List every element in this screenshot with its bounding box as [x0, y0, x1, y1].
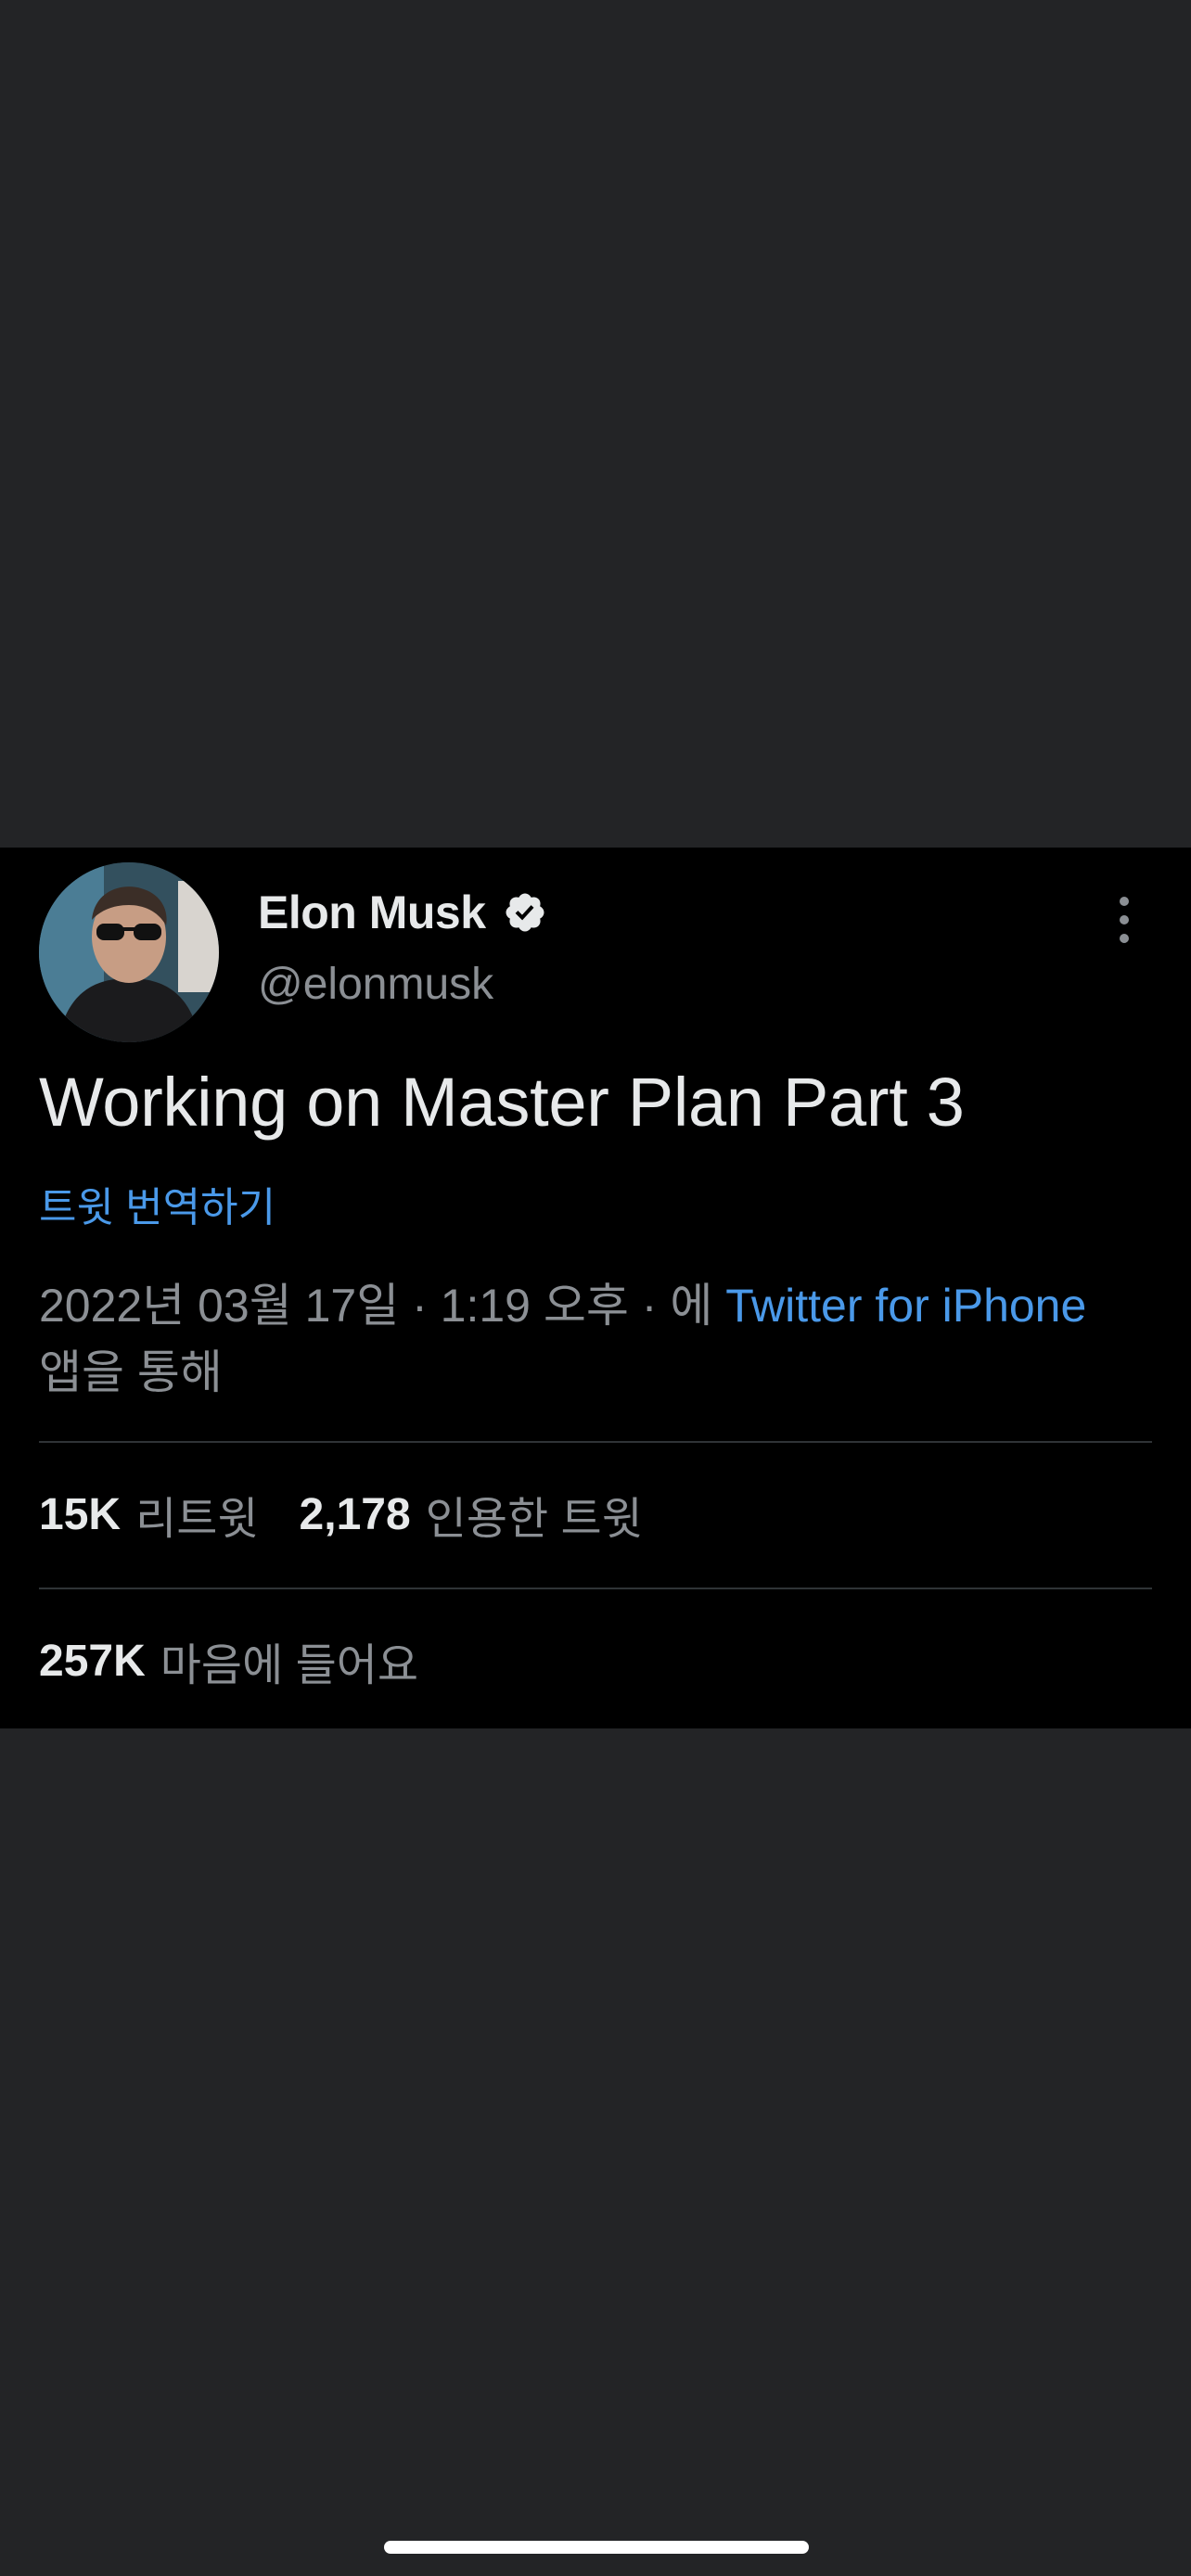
quotes-stat[interactable]: 2,178 인용한 트윗	[300, 1482, 643, 1547]
tweet-meta: 2022년 03월 17일 · 1:19 오후 · 에 Twitter for …	[39, 1272, 1161, 1406]
retweets-count: 15K	[39, 1489, 122, 1539]
more-vertical-icon[interactable]	[1106, 892, 1143, 948]
quotes-label: 인용한 트윗	[425, 1495, 643, 1544]
tweet-source-suffix: 앱을 통해	[39, 1346, 223, 1398]
retweets-stat[interactable]: 15K 리트윗	[39, 1482, 259, 1547]
author-name[interactable]: Elon Musk	[258, 886, 486, 939]
likes-stats: 257K 마음에 들어요	[39, 1628, 418, 1693]
divider	[39, 1441, 1152, 1443]
tweet-source-link[interactable]: Twitter for iPhone	[725, 1280, 1086, 1332]
likes-label: 마음에 들어요	[160, 1641, 419, 1690]
quotes-count: 2,178	[299, 1489, 411, 1539]
translate-tweet-link[interactable]: 트윗 번역하기	[39, 1174, 275, 1233]
avatar[interactable]	[39, 862, 219, 1042]
author-name-row[interactable]: Elon Musk	[258, 885, 547, 940]
verified-badge-icon	[506, 893, 544, 932]
tweet-text: Working on Master Plan Part 3	[39, 1064, 965, 1141]
likes-count: 257K	[39, 1636, 146, 1686]
author-handle[interactable]: @elonmusk	[258, 959, 493, 1010]
retweets-label: 리트윗	[135, 1495, 259, 1544]
retweet-quote-stats: 15K 리트윗 2,178 인용한 트윗	[39, 1482, 643, 1547]
screen: Elon Musk @elonmusk Working on Master Pl…	[0, 0, 1191, 2576]
likes-stat[interactable]: 257K 마음에 들어요	[39, 1628, 418, 1693]
tweet-timestamp[interactable]: 2022년 03월 17일 · 1:19 오후 · 에	[39, 1280, 712, 1332]
home-indicator[interactable]	[384, 2541, 809, 2554]
avatar-photo	[39, 862, 219, 1042]
tweet-card: Elon Musk @elonmusk Working on Master Pl…	[0, 848, 1191, 1728]
divider	[39, 1588, 1152, 1589]
